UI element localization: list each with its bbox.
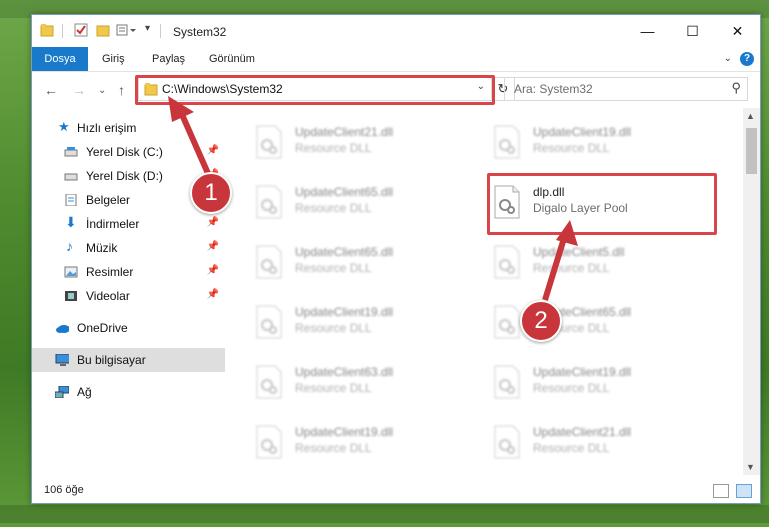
annotation-arrows bbox=[168, 96, 578, 301]
callout-1: 1 bbox=[190, 172, 232, 214]
callout-2: 2 bbox=[520, 300, 562, 342]
